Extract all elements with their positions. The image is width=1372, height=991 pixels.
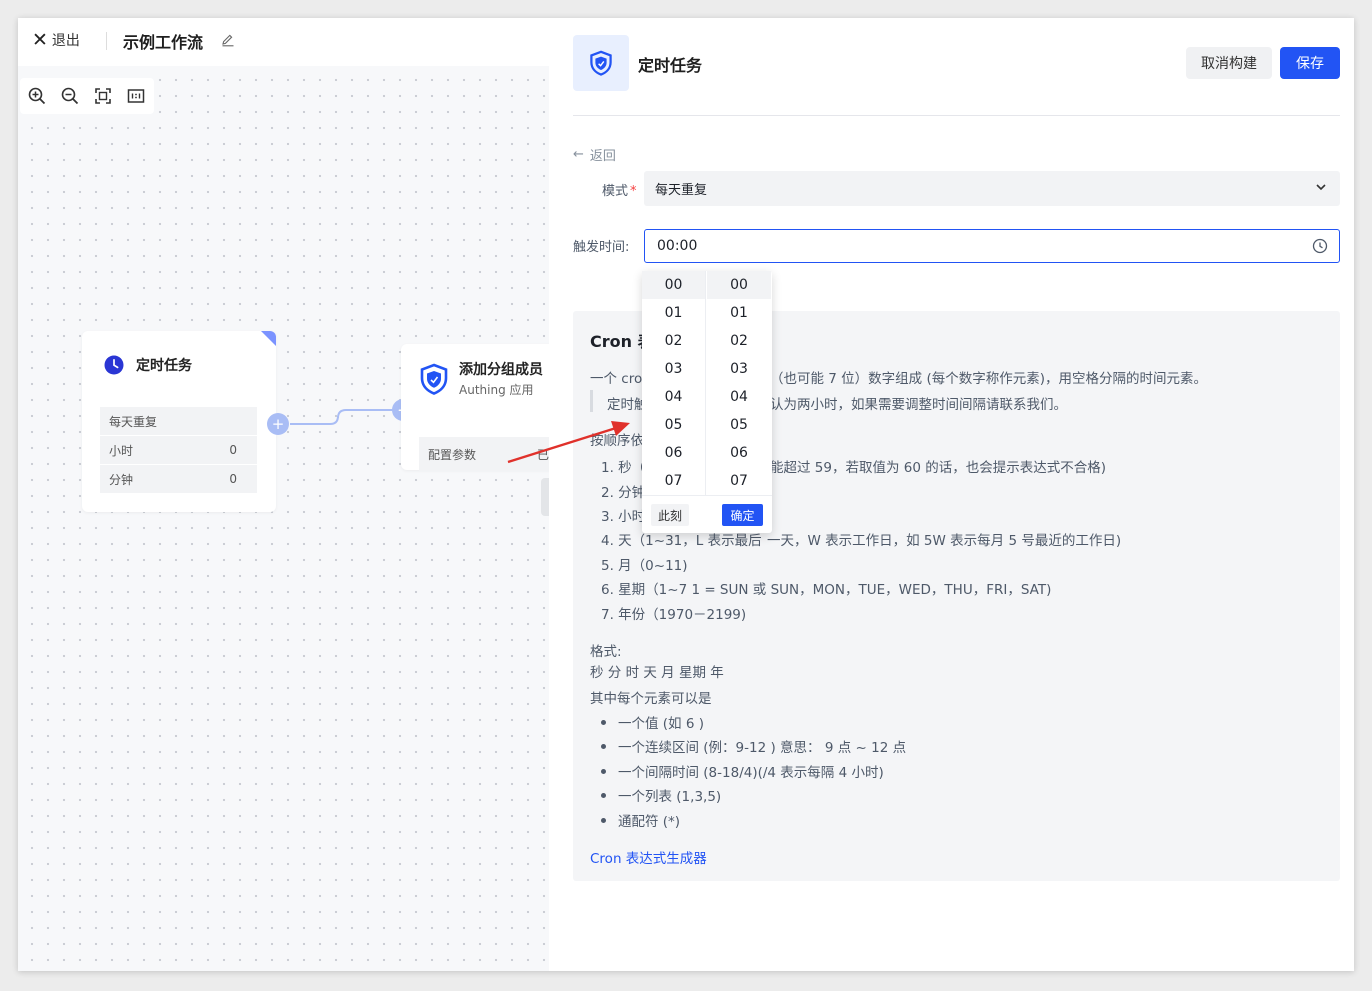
group-node-title: 添加分组成员 <box>459 362 543 378</box>
group-node-subtitle: Authing 应用 <box>459 383 534 397</box>
add-node-button[interactable]: + <box>267 413 289 435</box>
trigger-time-input[interactable]: 00:00 <box>644 229 1340 263</box>
panel-icon-tile <box>573 35 629 91</box>
bullet <box>601 744 606 749</box>
shield-icon <box>590 50 612 76</box>
time-picker-dropdown: 00 01 02 03 04 05 06 07 00 01 02 03 04 0… <box>642 271 772 533</box>
cron-item-rest: 一天，W 表示工作日，如 5W 表示每月 5 号最近的工作日) <box>767 533 1122 549</box>
param-value: 0 <box>229 472 237 486</box>
panel-resize-handle[interactable] <box>541 478 549 516</box>
minute-option[interactable]: 01 <box>707 299 771 327</box>
param-value: 0 <box>229 443 237 457</box>
format-label: 格式: <box>590 644 622 660</box>
mode-label: 模式 * <box>602 180 637 199</box>
cron-item: 3. 小时 <box>601 509 646 525</box>
arrow-left-icon: ← <box>573 147 584 162</box>
minute-option[interactable]: 04 <box>707 383 771 411</box>
cron-item-rest: 能超过 59，若取值为 60 的话，也会提示表达式不合格) <box>770 460 1106 476</box>
quote-bar <box>590 390 593 412</box>
bullet <box>601 769 606 774</box>
shield-icon <box>420 363 448 395</box>
help-intro: 一个 cro <box>590 371 643 387</box>
required-marker: * <box>630 184 637 199</box>
mode-label-text: 模式 <box>602 184 629 199</box>
back-label: 返回 <box>589 149 616 164</box>
chevron-down-icon <box>1316 184 1326 191</box>
save-button[interactable]: 保存 <box>1280 47 1340 79</box>
confirm-button[interactable]: 确定 <box>722 504 763 526</box>
help-order-label: 按顺序依 <box>590 433 644 449</box>
hour-option[interactable]: 00 <box>642 271 705 299</box>
node-corner-marker <box>261 331 276 346</box>
add-group-member-node[interactable]: 添加分组成员 Authing 应用 配置参数 已配 <box>401 344 561 471</box>
hour-column[interactable]: 00 01 02 03 04 05 06 07 <box>642 271 706 495</box>
cancel-build-button[interactable]: 取消构建 <box>1186 47 1272 79</box>
timer-param-repeat: 每天重复 <box>100 407 257 435</box>
bullet-item: 一个间隔时间 (8-18/4)(/4 表示每隔 4 小时) <box>618 765 884 781</box>
timer-param-hour: 小时 0 <box>100 436 257 464</box>
minute-option[interactable]: 05 <box>707 411 771 439</box>
help-intro-rest: （也可能 7 位）数字组成 (每个数字称作元素)，用空格分隔的时间元素。 <box>770 371 1207 387</box>
help-quote-rest: 认为两小时，如果需要调整时间间隔请联系我们。 <box>770 397 1067 413</box>
cron-item: 6. 星期（1~7 1 = SUN 或 SUN，MON，TUE，WED，THU，… <box>601 582 1052 598</box>
clock-icon <box>1312 238 1328 254</box>
minute-option[interactable]: 03 <box>707 355 771 383</box>
timer-node[interactable]: 定时任务 每天重复 小时 0 分钟 0 <box>82 331 276 512</box>
cron-item: 5. 月（0~11) <box>601 558 688 574</box>
hour-option[interactable]: 06 <box>642 439 705 467</box>
mode-select[interactable]: 每天重复 <box>644 171 1340 206</box>
bullet <box>601 793 606 798</box>
bullet-item: 一个值 (如 6 ) <box>618 716 704 732</box>
timer-node-title: 定时任务 <box>136 358 192 374</box>
minute-option[interactable]: 00 <box>707 271 771 299</box>
hour-option[interactable]: 07 <box>642 467 705 495</box>
minute-column[interactable]: 00 01 02 03 04 05 06 07 <box>707 271 771 495</box>
workflow-canvas[interactable]: ✕ 退出 示例工作流 定时任务 每天重复 小时 0 分钟 0 + 添加分组成员 … <box>18 18 561 971</box>
bullet-item: 一个连续区间 (例：9-12 ) 意思： 9 点 ~ 12 点 <box>618 740 907 756</box>
bullet-item: 一个列表 (1,3,5) <box>618 789 722 805</box>
mode-select-value: 每天重复 <box>655 183 708 198</box>
picker-footer: 此刻 确定 <box>642 495 772 533</box>
hour-option[interactable]: 02 <box>642 327 705 355</box>
config-label: 配置参数 <box>428 447 477 462</box>
hour-option[interactable]: 03 <box>642 355 705 383</box>
panel-title: 定时任务 <box>638 56 703 75</box>
bullet <box>601 720 606 725</box>
param-label: 分钟 <box>109 472 134 487</box>
minute-option[interactable]: 07 <box>707 467 771 495</box>
group-node-config: 配置参数 已配 <box>419 437 561 471</box>
timer-param-minute: 分钟 0 <box>100 465 257 493</box>
clock-icon <box>104 355 124 375</box>
hour-option[interactable]: 04 <box>642 383 705 411</box>
bullet <box>601 818 606 823</box>
minute-option[interactable]: 06 <box>707 439 771 467</box>
trigger-time-label: 触发时间: <box>573 240 630 255</box>
element-label: 其中每个元素可以是 <box>590 691 712 707</box>
trigger-time-value: 00:00 <box>657 238 698 254</box>
minute-option[interactable]: 02 <box>707 327 771 355</box>
hour-option[interactable]: 01 <box>642 299 705 327</box>
param-label: 每天重复 <box>109 414 158 429</box>
now-button[interactable]: 此刻 <box>651 504 689 526</box>
back-link[interactable]: ← 返回 <box>573 145 616 164</box>
cron-item: 1. 秒（ <box>601 460 646 476</box>
cron-item: 2. 分钟 <box>601 485 646 501</box>
bullet-item: 通配符 (*) <box>618 814 681 830</box>
format-value: 秒 分 时 天 月 星期 年 <box>590 665 724 681</box>
divider <box>573 115 1340 116</box>
param-label: 小时 <box>109 443 134 458</box>
cron-item: 7. 年份（1970－2199) <box>601 607 747 623</box>
hour-option[interactable]: 05 <box>642 411 705 439</box>
cron-generator-link[interactable]: Cron 表达式生成器 <box>590 847 707 867</box>
